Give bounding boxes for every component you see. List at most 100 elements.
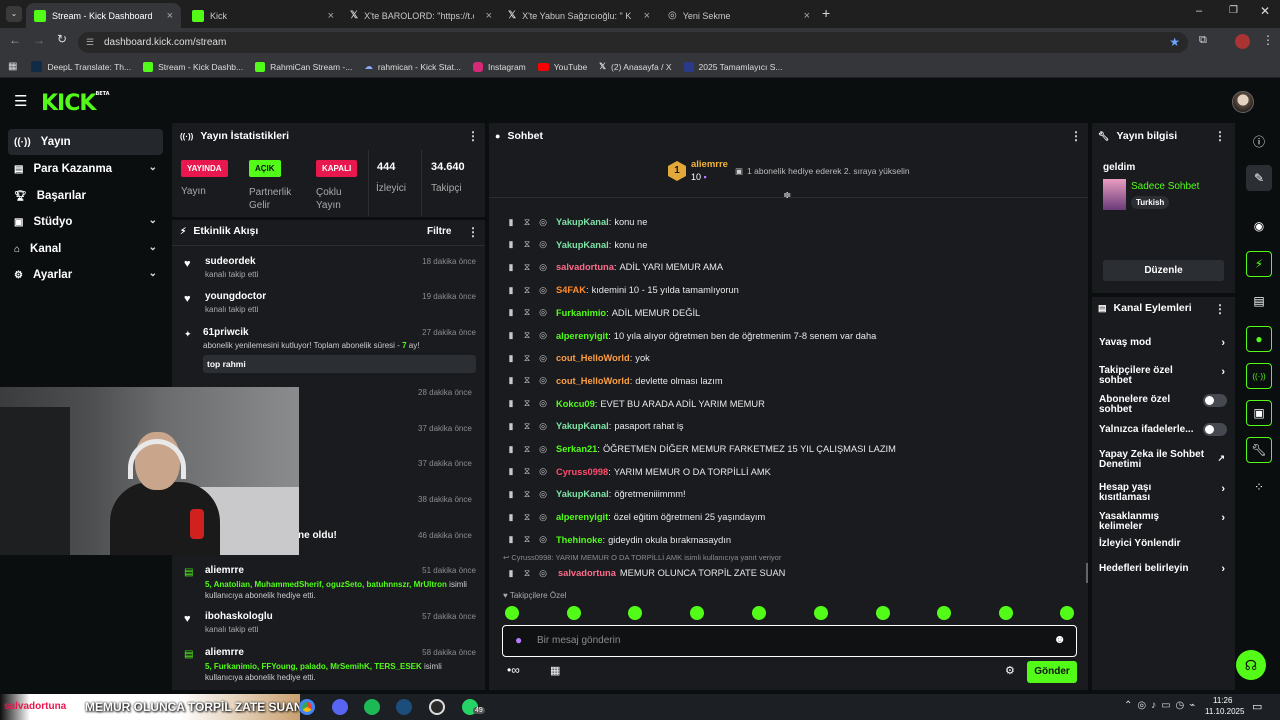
timeout-icon[interactable]: ⧖ bbox=[522, 489, 532, 500]
moderation-icon[interactable]: ▮ bbox=[506, 512, 516, 523]
browser-tab-stream-dashboard[interactable]: Stream - Kick Dashboard × bbox=[26, 3, 181, 28]
close-tab-icon[interactable]: × bbox=[644, 10, 650, 22]
nav-item-para-kazanma[interactable]: ▤ Para Kazanma ⌄ bbox=[8, 156, 163, 182]
chat-username[interactable]: YakupKanal bbox=[556, 240, 609, 250]
chat-username[interactable]: alperenyigit bbox=[556, 331, 608, 341]
chrome-taskbar-icon[interactable] bbox=[299, 699, 315, 715]
nav-item-ayarlar[interactable]: ⚙ Ayarlar ⌄ bbox=[8, 262, 163, 288]
moderation-icon[interactable]: ▮ bbox=[506, 353, 516, 364]
timeout-icon[interactable]: ⧖ bbox=[522, 421, 532, 432]
bookmark-kick-stats[interactable]: ☁ rahmican - Kick Stat... bbox=[364, 61, 461, 72]
chat-scrollbar[interactable] bbox=[1086, 563, 1088, 583]
bookmark-x-home[interactable]: 𝕏 (2) Anasayfa / X bbox=[599, 61, 671, 72]
site-info-icon[interactable]: ☰ bbox=[86, 32, 94, 53]
apps-grid-icon[interactable]: ▦ bbox=[8, 61, 17, 72]
timeout-icon[interactable]: ⧖ bbox=[522, 353, 532, 364]
camera-icon[interactable]: ◉ bbox=[1246, 213, 1272, 239]
send-button[interactable]: Gönder bbox=[1027, 661, 1077, 683]
emote-1-icon[interactable] bbox=[505, 606, 519, 620]
chat-username[interactable]: YakupKanal bbox=[556, 421, 609, 431]
timeout-icon[interactable]: ⧖ bbox=[522, 285, 532, 296]
chat-settings-icon[interactable]: ⚙ bbox=[1005, 664, 1015, 677]
channel-action-item[interactable]: Hesap yaşı kısıtlaması › bbox=[1099, 483, 1227, 503]
close-tab-icon[interactable]: × bbox=[486, 10, 492, 22]
spotify-taskbar-icon[interactable] bbox=[364, 699, 380, 715]
edit-pencil-icon[interactable]: ✎ bbox=[1246, 165, 1272, 191]
timeout-icon[interactable]: ⧖ bbox=[522, 330, 532, 341]
hamburger-menu-icon[interactable]: ☰ bbox=[14, 92, 27, 110]
moderation-icon[interactable]: ▮ bbox=[506, 466, 516, 477]
bookmark-2025-tamamlayici[interactable]: 2025 Tamamlayıcı S... bbox=[683, 61, 782, 72]
user-avatar[interactable] bbox=[1232, 91, 1254, 113]
event-user[interactable]: 61priwcik bbox=[203, 327, 249, 338]
bookmark-deepl[interactable]: DeepL Translate: Th... bbox=[31, 61, 131, 72]
moderation-icon[interactable]: ▮ bbox=[506, 239, 516, 250]
channel-action-item[interactable]: İzleyici Yönlendir bbox=[1099, 538, 1227, 549]
address-bar[interactable]: ☰ dashboard.kick.com/stream ★ bbox=[78, 32, 1188, 53]
forward-arrow-icon[interactable]: → bbox=[33, 33, 45, 47]
bookmark-star-icon[interactable]: ★ bbox=[1169, 32, 1180, 53]
emote-9-icon[interactable] bbox=[999, 606, 1013, 620]
chat-username[interactable]: Serkan21 bbox=[556, 444, 597, 454]
restore-window-icon[interactable]: ❐ bbox=[1229, 5, 1238, 16]
timeout-icon[interactable]: ⧖ bbox=[522, 375, 532, 386]
chat-username[interactable]: YakupKanal bbox=[556, 489, 609, 499]
browser-tab-x-barolord[interactable]: 𝕏 X'te BAROLORD: "https://t.co/u × bbox=[342, 3, 500, 28]
browser-tab-x-yabun[interactable]: 𝕏 X'te Yabun Sağzıcıoğlu: " KN × bbox=[500, 3, 658, 28]
nav-item-kanal[interactable]: ⌂ Kanal ⌄ bbox=[8, 236, 163, 262]
timeout-icon[interactable]: ⧖ bbox=[522, 444, 532, 455]
channel-actions-more-icon[interactable]: ⋮ bbox=[1214, 302, 1226, 316]
timeout-icon[interactable]: ⧖ bbox=[522, 217, 532, 228]
chat-username[interactable]: cout_HelloWorld bbox=[556, 353, 630, 363]
chat-username[interactable]: salvadortuna bbox=[556, 262, 614, 272]
moderation-icon[interactable]: ▮ bbox=[506, 217, 516, 228]
bookmark-instagram[interactable]: Instagram bbox=[472, 61, 526, 72]
event-user[interactable]: aliemrre bbox=[205, 647, 244, 658]
chat-username[interactable]: YakupKanal bbox=[556, 217, 609, 227]
moderation-icon[interactable]: ▮ bbox=[506, 534, 516, 545]
chat-username[interactable]: Furkanimio bbox=[556, 308, 606, 318]
close-window-icon[interactable]: ✕ bbox=[1260, 4, 1270, 18]
timeout-icon[interactable]: ⧖ bbox=[522, 239, 532, 250]
moderation-icon[interactable]: ▮ bbox=[506, 307, 516, 318]
browser-tab-new[interactable]: ◎ Yeni Sekme × bbox=[660, 3, 818, 28]
edit-stream-button[interactable]: Düzenle bbox=[1103, 260, 1224, 281]
event-user[interactable]: youngdoctor bbox=[205, 291, 266, 302]
chat-input[interactable]: ● Bir mesaj gönderin ☻ bbox=[502, 625, 1077, 657]
close-tab-icon[interactable]: × bbox=[167, 10, 173, 22]
chat-bubble-icon[interactable]: ● bbox=[1246, 326, 1272, 352]
moderation-icon[interactable]: ▮ bbox=[506, 489, 516, 500]
timeout-icon[interactable]: ⧖ bbox=[522, 512, 532, 523]
wrench-icon[interactable]: 🔧︎ bbox=[1246, 437, 1272, 463]
close-tab-icon[interactable]: × bbox=[804, 10, 810, 22]
moderation-icon[interactable]: ▮ bbox=[506, 285, 516, 296]
nav-item-studyo[interactable]: ▣ Stüdyo ⌄ bbox=[8, 209, 163, 235]
obs-taskbar-icon[interactable] bbox=[429, 699, 445, 715]
close-tab-icon[interactable]: × bbox=[328, 10, 334, 22]
event-user[interactable]: aliemrre bbox=[205, 565, 244, 576]
browser-tab-kick[interactable]: Kick × bbox=[184, 3, 342, 28]
back-arrow-icon[interactable]: ← bbox=[9, 33, 21, 47]
nav-item-basarilar[interactable]: 🏆︎ Başarılar bbox=[8, 183, 163, 209]
extensions-icon[interactable]: ⧉ bbox=[1199, 34, 1207, 47]
channel-action-item[interactable]: Yasaklanmış kelimeler › bbox=[1099, 512, 1227, 532]
timeout-icon[interactable]: ⧖ bbox=[522, 534, 532, 545]
info-icon[interactable]: ⓘ bbox=[1246, 128, 1272, 154]
stats-more-icon[interactable]: ⋮ bbox=[467, 129, 479, 143]
kick-logo[interactable]: KICKBETA bbox=[41, 91, 110, 116]
stream-info-more-icon[interactable]: ⋮ bbox=[1214, 129, 1226, 143]
moderation-icon[interactable]: ▮ bbox=[506, 568, 516, 579]
support-headset-icon[interactable]: ☊ bbox=[1236, 650, 1266, 680]
channel-action-item[interactable]: Yapay Zeka ile Sohbet Denetimi ↗ bbox=[1099, 450, 1227, 470]
channel-action-item[interactable]: Yalnızca ifadelerle... bbox=[1099, 423, 1227, 436]
emote-6-icon[interactable] bbox=[814, 606, 828, 620]
notification-icon[interactable]: ▭ bbox=[1252, 700, 1262, 713]
filter-button[interactable]: Filtre bbox=[427, 226, 451, 237]
clock-time[interactable]: 11:26 bbox=[1213, 696, 1232, 705]
timeout-icon[interactable]: ⧖ bbox=[522, 307, 532, 318]
chat-more-icon[interactable]: ⋮ bbox=[1070, 129, 1082, 143]
store-icon[interactable]: ▦ bbox=[550, 664, 560, 677]
moderation-icon[interactable]: ▮ bbox=[506, 375, 516, 386]
tab-search-button[interactable]: ⌄ bbox=[6, 6, 22, 22]
channel-action-item[interactable]: Takipçilere özel sohbet › bbox=[1099, 366, 1227, 386]
